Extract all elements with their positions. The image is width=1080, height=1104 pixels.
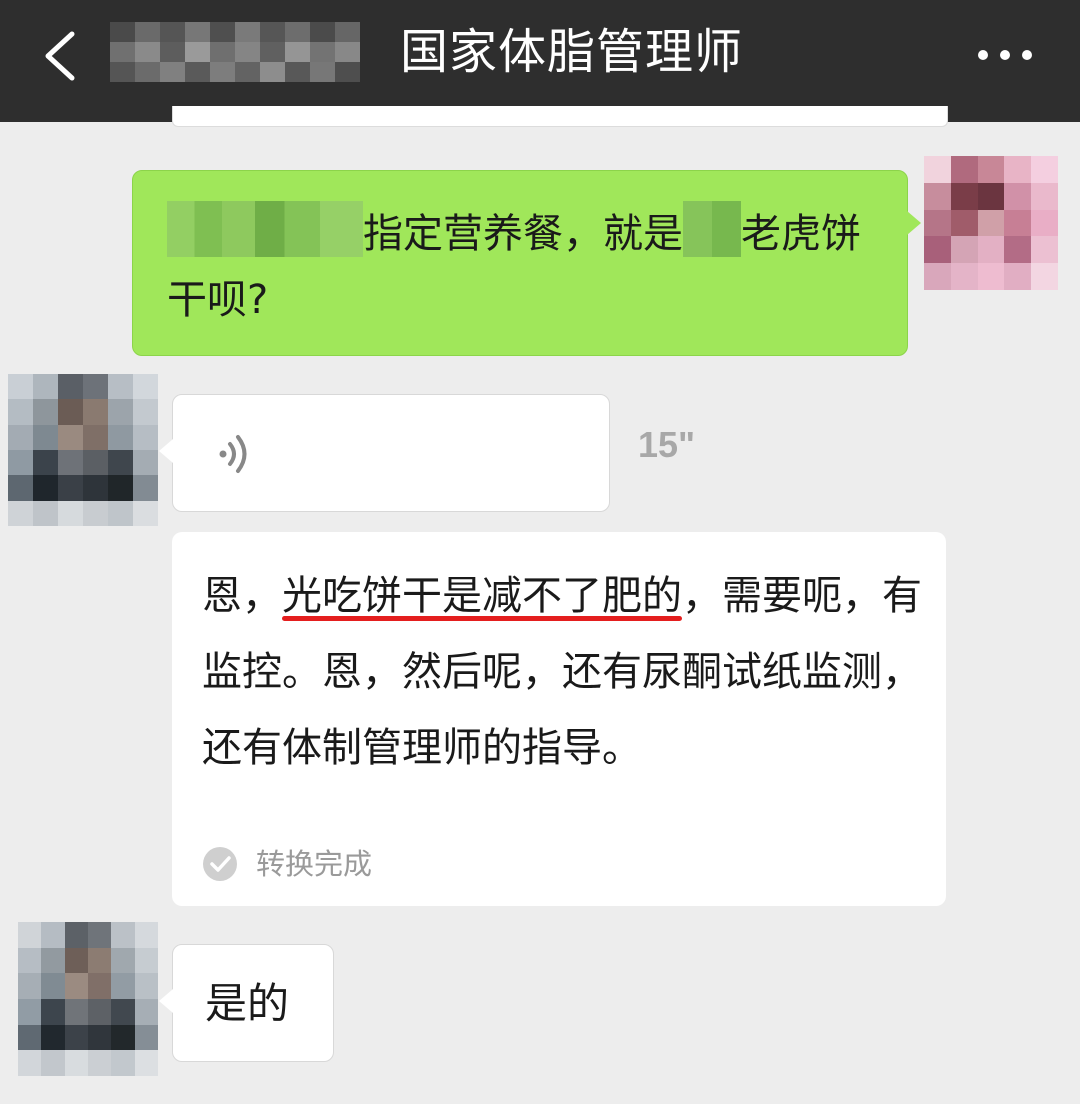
highlighted-transcript-segment: 光吃饼干是减不了肥的 [282,573,682,619]
chevron-left-icon[interactable] [34,26,94,86]
message-text-segment: 指定营养餐，就是 [363,211,683,257]
more-dots-icon[interactable] [970,30,1040,80]
contact-avatar[interactable] [18,922,158,1076]
outgoing-message-bubble[interactable]: 指定营养餐，就是 老虎饼干呗? [132,170,921,356]
transcript-segment: 恩， [202,573,282,619]
transcript-text: 恩，光吃饼干是减不了肥的，需要呃，有监控。恩，然后呢，还有尿酮试纸监测，还有体制… [202,558,922,786]
voice-message-bubble[interactable] [159,394,610,512]
my-avatar[interactable] [924,156,1058,290]
conversion-status-label: 转换完成 [256,847,373,881]
chat-title: 国家体脂管理师 [400,24,744,80]
chat-header: 国家体脂管理师 [0,0,1080,122]
censored-text-block [167,201,363,257]
outgoing-message-text: 指定营养餐，就是 老虎饼干呗? [167,201,887,333]
check-circle-icon [202,846,238,882]
incoming-message-text: 是的 [205,979,290,1028]
voice-duration: 15" [638,424,696,465]
censored-text-block [683,201,741,257]
previous-message-edge [172,106,948,127]
voice-wave-icon [213,429,263,479]
incoming-message-bubble[interactable]: 是的 [159,944,334,1062]
blurred-contact-name [110,22,360,82]
voice-transcript-card[interactable]: 恩，光吃饼干是减不了肥的，需要呃，有监控。恩，然后呢，还有尿酮试纸监测，还有体制… [172,532,946,906]
contact-avatar[interactable] [8,374,158,526]
